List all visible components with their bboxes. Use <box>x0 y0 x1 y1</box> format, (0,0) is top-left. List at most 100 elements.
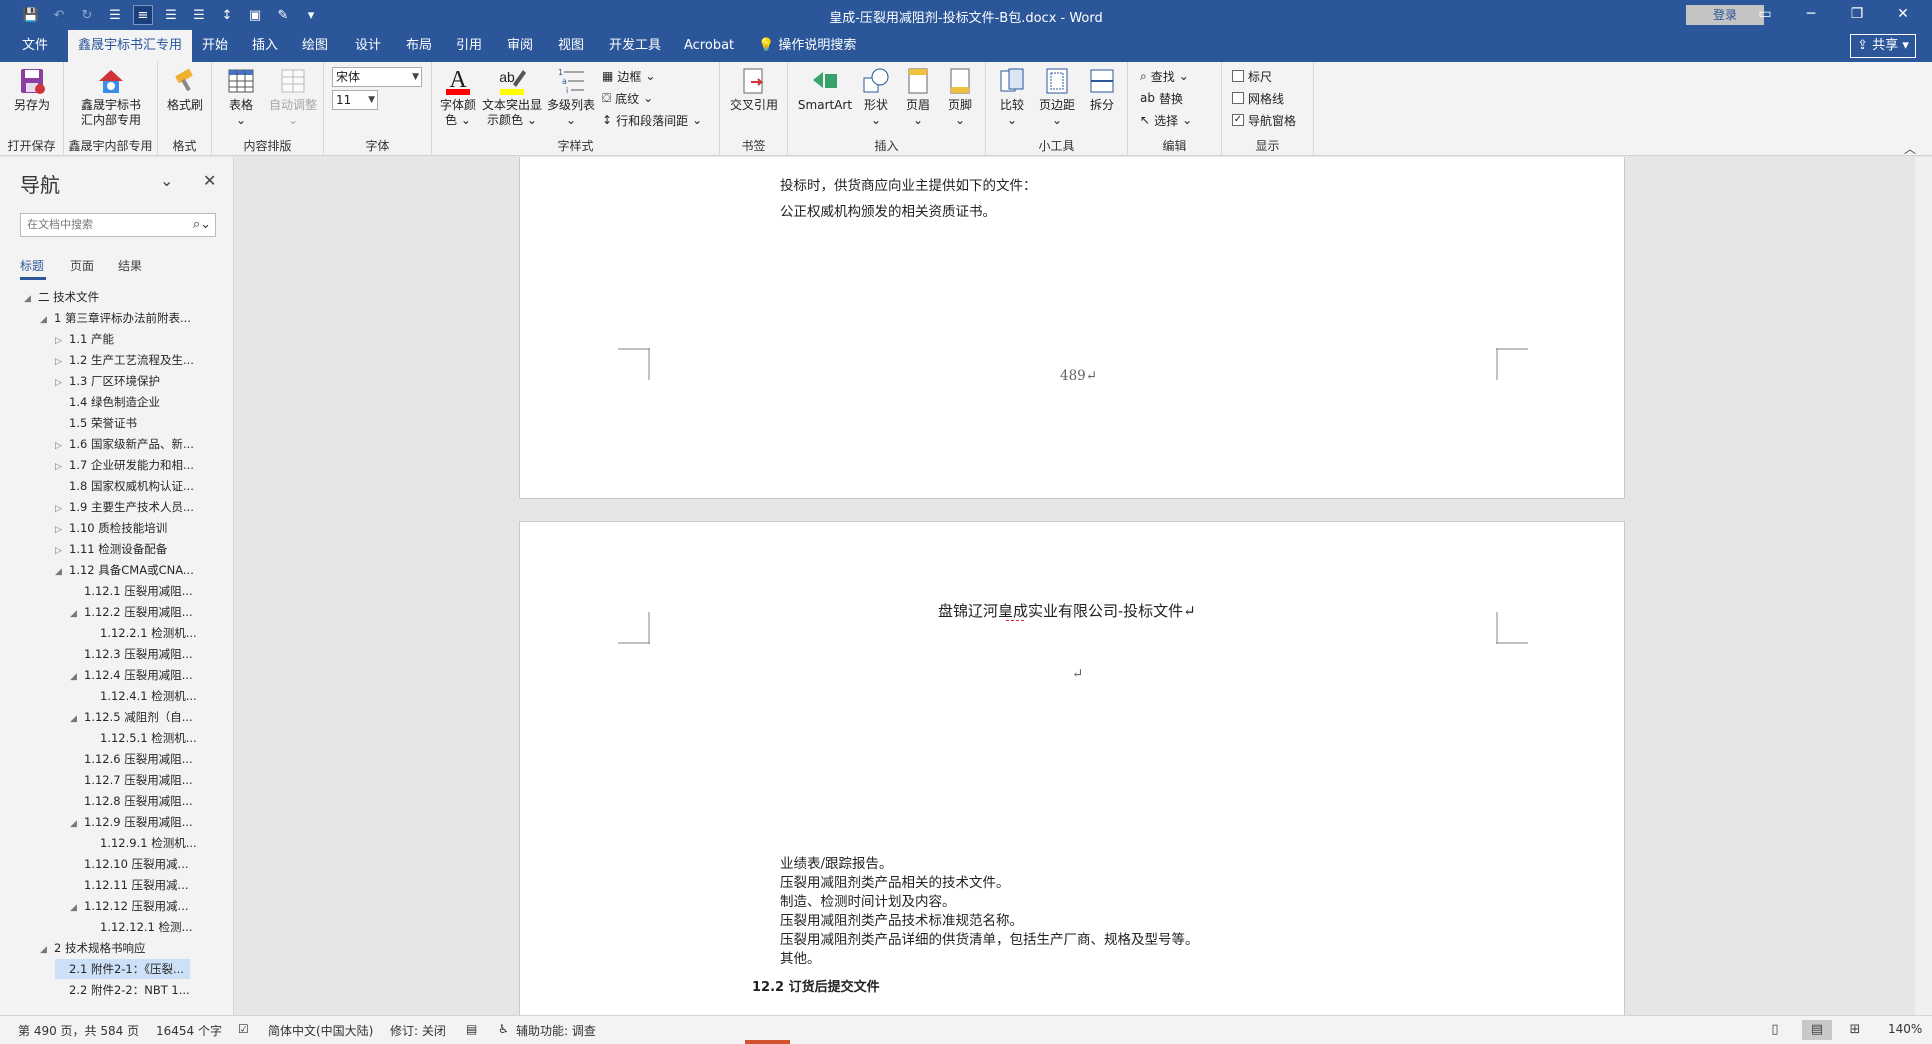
accessibility-status[interactable]: 辅助功能: 调查 <box>516 1022 596 1039</box>
collapse-triangle-icon[interactable]: ◢ <box>24 289 38 309</box>
justify-icon[interactable]: ☰ <box>190 6 208 24</box>
tree-item[interactable]: ▷ 1.9 主要生产技术人员... <box>55 497 194 517</box>
line-spacing-icon[interactable]: ↕ <box>218 6 236 24</box>
select-button[interactable]: ↖ 选择 ⌄ <box>1140 110 1192 130</box>
track-changes-status[interactable]: 修订: 关闭 <box>390 1022 446 1039</box>
collapse-triangle-icon[interactable]: ◢ <box>70 604 84 624</box>
tree-item[interactable]: ▷ 1.2 生产工艺流程及生... <box>55 350 194 370</box>
tree-item[interactable]: ◢ 1.12.2 压裂用减阻... <box>70 602 193 622</box>
tree-item[interactable]: 1.12.10 压裂用减... <box>70 854 189 874</box>
vertical-scrollbar[interactable] <box>1915 157 1932 1015</box>
share-button[interactable]: ⇪ 共享 ▾ <box>1850 34 1916 58</box>
table-button[interactable]: 表格 ⌄ <box>220 66 262 128</box>
tree-item[interactable]: 2.1 附件2-1：《压裂... <box>55 959 190 979</box>
expand-triangle-icon[interactable]: ▷ <box>55 541 69 561</box>
tree-item[interactable]: ◢ 2 技术规格书响应 <box>40 938 145 958</box>
line-spacing-button[interactable]: ↕ 行和段落间距 ⌄ <box>602 110 702 130</box>
expand-triangle-icon[interactable]: ▷ <box>55 457 69 477</box>
collapse-ribbon-icon[interactable]: ︿ <box>1904 140 1916 157</box>
collapse-triangle-icon[interactable]: ◢ <box>40 940 54 960</box>
nav-tab-pages[interactable]: 页面 <box>70 257 94 274</box>
expand-triangle-icon[interactable]: ▷ <box>55 499 69 519</box>
zoom-level[interactable]: 140% <box>1888 1022 1922 1036</box>
read-mode-icon[interactable]: ▯ <box>1760 1020 1790 1040</box>
tree-item[interactable]: 1.12.3 压裂用减阻... <box>70 644 193 664</box>
tree-item[interactable]: ◢ 1 第三章评标办法前附表... <box>40 308 191 328</box>
save-as-button[interactable]: 另存为 <box>6 66 58 113</box>
tree-item[interactable]: 1.12.11 压裂用减... <box>70 875 189 895</box>
expand-triangle-icon[interactable]: ▷ <box>55 373 69 393</box>
tab-view[interactable]: 视图 <box>548 30 594 62</box>
close-window-button[interactable]: ✕ <box>1880 0 1926 30</box>
tab-file[interactable]: 文件 <box>12 30 58 62</box>
tree-item[interactable]: 1.12.5.1 检测机... <box>86 728 197 748</box>
customize-qat-icon[interactable]: ▾ <box>302 6 320 24</box>
proofing-icon[interactable]: ☑ <box>238 1022 254 1036</box>
restore-button[interactable]: ❐ <box>1834 0 1880 30</box>
tree-item[interactable]: 1.12.9.1 检测机... <box>86 833 197 853</box>
tab-xsy[interactable]: 鑫晟宇标书汇专用 <box>68 30 193 62</box>
footer-button[interactable]: 页脚 ⌄ <box>940 66 980 128</box>
tree-item[interactable]: 1.4 绿色制造企业 <box>55 392 160 412</box>
replace-button[interactable]: ab 替换 <box>1140 88 1183 108</box>
ruler-checkbox[interactable]: 标尺 <box>1232 66 1272 86</box>
tree-item[interactable]: ▷ 1.10 质检技能培训 <box>55 518 167 538</box>
font-name-select[interactable]: 宋体 ▼ <box>332 67 422 87</box>
tab-developer[interactable]: 开发工具 <box>599 30 671 62</box>
tab-references[interactable]: 引用 <box>446 30 492 62</box>
font-color-button[interactable]: A 字体颜 色 ⌄ <box>438 66 478 128</box>
close-icon[interactable]: ✕ <box>203 171 216 190</box>
tree-item[interactable]: 1.12.12.1 检测... <box>86 917 193 937</box>
expand-triangle-icon[interactable]: ▷ <box>55 352 69 372</box>
document-page[interactable]: 投标时，供货商应向业主提供如下的文件： 公正权威机构颁发的相关资质证书。 489… <box>519 157 1625 499</box>
tell-me-search[interactable]: 💡 操作说明搜索 <box>748 30 866 62</box>
redo-icon[interactable]: ↻ <box>78 6 96 24</box>
align-left-icon[interactable]: ☰ <box>106 6 124 24</box>
tree-item[interactable]: ▷ 1.7 企业研发能力和相... <box>55 455 194 475</box>
print-layout-icon[interactable]: ▤ <box>1802 1020 1832 1040</box>
undo-icon[interactable]: ↶ <box>50 6 68 24</box>
xsy-button[interactable]: 鑫晟宇标书 汇内部专用 <box>72 66 150 128</box>
web-layout-icon[interactable]: ⊞ <box>1840 1020 1870 1040</box>
text-highlight-button[interactable]: ab 文本突出显 示颜色 ⌄ <box>480 66 544 128</box>
tree-item[interactable]: 1.12.2.1 检测机... <box>86 623 197 643</box>
collapse-triangle-icon[interactable]: ◢ <box>70 898 84 918</box>
multilevel-list-button[interactable]: 1ai 多级列表 ⌄ <box>546 66 596 128</box>
compare-button[interactable]: 比较 ⌄ <box>992 66 1032 128</box>
search-icon[interactable]: ⌕⌄ <box>193 214 211 236</box>
tree-item[interactable]: ▷ 1.11 检测设备配备 <box>55 539 167 559</box>
align-center-icon[interactable]: ≡ <box>133 5 153 25</box>
tree-item[interactable]: ◢ 1.12 具备CMA或CNA... <box>55 560 194 580</box>
collapse-triangle-icon[interactable]: ◢ <box>70 709 84 729</box>
save-icon[interactable]: 💾 <box>22 6 40 24</box>
tree-item[interactable]: 2.2 附件2-2：NBT 1... <box>55 980 190 1000</box>
tree-item[interactable]: 1.12.4.1 检测机... <box>86 686 197 706</box>
tree-item[interactable]: 1.12.1 压裂用减阻... <box>70 581 193 601</box>
shading-button[interactable]: ⛋ 底纹 ⌄ <box>602 88 653 108</box>
tree-item[interactable]: ▷ 1.1 产能 <box>55 329 114 349</box>
collapse-triangle-icon[interactable]: ◢ <box>70 814 84 834</box>
header-button[interactable]: 页眉 ⌄ <box>898 66 938 128</box>
auto-adjust-button[interactable]: 自动调整 ⌄ <box>266 66 320 128</box>
cross-reference-button[interactable]: 交叉引用 <box>726 66 782 113</box>
nav-tab-results[interactable]: 结果 <box>118 257 142 274</box>
align-right-icon[interactable]: ☰ <box>162 6 180 24</box>
expand-triangle-icon[interactable]: ▷ <box>55 436 69 456</box>
margins-button[interactable]: 页边距 ⌄ <box>1034 66 1080 128</box>
tree-item[interactable]: ◢ 二 技术文件 <box>24 287 99 307</box>
ribbon-display-options-icon[interactable]: ▭ <box>1742 0 1788 30</box>
collapse-triangle-icon[interactable]: ◢ <box>40 310 54 330</box>
minimize-button[interactable]: ─ <box>1788 0 1834 30</box>
shapes-button[interactable]: 形状 ⌄ <box>856 66 896 128</box>
tab-insert[interactable]: 插入 <box>242 30 288 62</box>
tree-item[interactable]: 1.5 荣誉证书 <box>55 413 137 433</box>
collapse-triangle-icon[interactable]: ◢ <box>70 667 84 687</box>
tab-home[interactable]: 开始 <box>192 30 238 62</box>
tree-item[interactable]: 1.12.7 压裂用减阻... <box>70 770 193 790</box>
tree-item[interactable]: ◢ 1.12.12 压裂用减... <box>70 896 189 916</box>
tree-item[interactable]: 1.12.6 压裂用减阻... <box>70 749 193 769</box>
find-button[interactable]: ⌕ 查找 ⌄ <box>1140 66 1189 86</box>
tree-item[interactable]: ◢ 1.12.4 压裂用减阻... <box>70 665 193 685</box>
expand-triangle-icon[interactable]: ▷ <box>55 331 69 351</box>
format-painter-icon[interactable]: ✎ <box>274 6 292 24</box>
